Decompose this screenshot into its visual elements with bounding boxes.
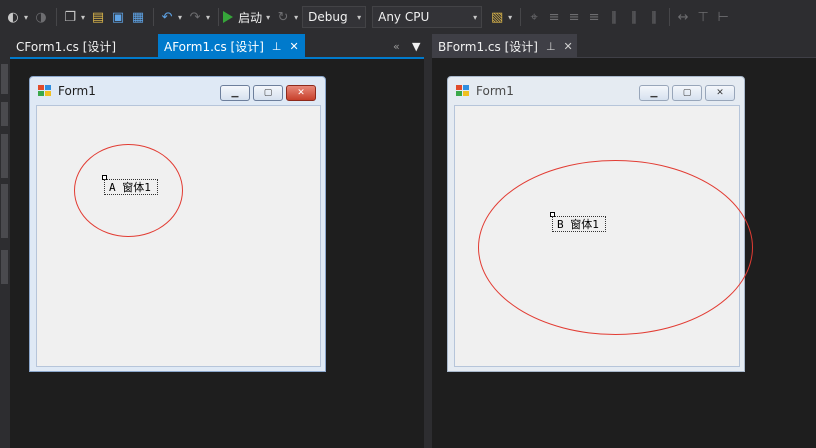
make-same-height-icon[interactable]: ⊤ xyxy=(694,6,712,28)
maximize-icon[interactable]: ▢ xyxy=(253,85,283,101)
standard-toolbar: ◐ ▾ ◑ ❐ ▾ ▤ ▣ ▦ ↶ ▾ ↷ ▾ 启动 ▾ ↻ ▾ Debug ▾… xyxy=(0,0,816,34)
form-a-client-area[interactable]: A 窗体1 xyxy=(36,105,321,367)
tab-label: BForm1.cs [设计] xyxy=(438,39,538,54)
tab-list-dropdown-icon[interactable]: ▼ xyxy=(412,40,420,53)
minimize-icon[interactable]: ▁ xyxy=(639,85,669,101)
new-project-icon[interactable]: ❐ xyxy=(61,6,79,28)
align-to-grid-icon[interactable]: ⌖ xyxy=(525,6,543,28)
caption-buttons: ▁ ▢ ✕ xyxy=(636,85,735,101)
form-b-title: Form1 xyxy=(476,84,514,98)
close-icon[interactable]: ✕ xyxy=(286,85,316,101)
tab-label: CForm1.cs [设计] xyxy=(16,39,117,54)
toolbar-separator xyxy=(56,8,58,26)
make-same-size-icon[interactable]: ⊢ xyxy=(714,6,732,28)
right-tab-strip: BForm1.cs [设计] ⊥ ✕ xyxy=(432,34,816,58)
start-icon xyxy=(223,11,234,23)
properties-tab[interactable] xyxy=(1,250,8,284)
find-in-files-icon[interactable]: ▧ xyxy=(488,6,506,28)
scroll-tabs-left-icon[interactable]: « xyxy=(393,40,400,53)
toolbox-tab[interactable] xyxy=(1,64,8,94)
align-rights-icon[interactable]: ≡ xyxy=(585,6,603,28)
chevron-down-icon: ▾ xyxy=(473,12,478,22)
start-label: 启动 xyxy=(238,10,263,25)
refresh-dropdown-icon[interactable]: ▾ xyxy=(294,13,298,22)
redo-icon[interactable]: ↷ xyxy=(186,6,204,28)
tab-bform1-design[interactable]: BForm1.cs [设计] ⊥ ✕ xyxy=(432,34,577,58)
save-icon[interactable]: ▣ xyxy=(109,6,127,28)
align-bottoms-icon[interactable]: ∥ xyxy=(645,6,663,28)
tab-aform1-design[interactable]: AForm1.cs [设计] ⊥ ✕ xyxy=(158,34,305,58)
align-middles-icon[interactable]: ∥ xyxy=(625,6,643,28)
back-dropdown-icon[interactable]: ▾ xyxy=(24,13,28,22)
chevron-down-icon: ▾ xyxy=(357,12,362,22)
toolbar-separator xyxy=(153,8,155,26)
data-sources-tab[interactable] xyxy=(1,134,8,178)
form-a-title: Form1 xyxy=(58,84,96,98)
find-dropdown-icon[interactable]: ▾ xyxy=(508,13,512,22)
document-splitter[interactable] xyxy=(424,34,432,448)
collapsed-tool-windows[interactable] xyxy=(0,34,10,448)
solution-platform-select[interactable]: Any CPU ▾ xyxy=(372,6,483,28)
pin-icon[interactable]: ⊥ xyxy=(272,40,282,53)
new-project-dropdown-icon[interactable]: ▾ xyxy=(81,13,85,22)
start-button[interactable]: 启动 xyxy=(223,9,262,26)
toolbar-separator xyxy=(218,8,220,26)
form-a-designer-window[interactable]: Form1 ▁ ▢ ✕ A 窗体1 xyxy=(29,76,326,372)
active-tab-underline xyxy=(10,57,424,59)
undo-icon[interactable]: ↶ xyxy=(158,6,176,28)
close-icon[interactable]: ✕ xyxy=(705,85,735,101)
align-tops-icon[interactable]: ∥ xyxy=(605,6,623,28)
open-icon[interactable]: ▤ xyxy=(89,6,107,28)
tab-cform1-design[interactable]: CForm1.cs [设计] xyxy=(10,34,158,58)
align-centers-icon[interactable]: ≡ xyxy=(565,6,583,28)
pin-icon[interactable]: ⊥ xyxy=(546,40,556,53)
form-b-label[interactable]: B 窗体1 xyxy=(552,216,606,232)
team-explorer-tab[interactable] xyxy=(1,184,8,238)
form-b-designer-window[interactable]: Form1 ▁ ▢ ✕ B 窗体1 xyxy=(447,76,753,372)
start-dropdown-icon[interactable]: ▾ xyxy=(266,13,270,22)
toolbar-separator xyxy=(520,8,522,26)
undo-dropdown-icon[interactable]: ▾ xyxy=(178,13,182,22)
align-lefts-icon[interactable]: ≡ xyxy=(545,6,563,28)
maximize-icon[interactable]: ▢ xyxy=(672,85,702,101)
caption-buttons: ▁ ▢ ✕ xyxy=(217,85,316,101)
forward-icon[interactable]: ◑ xyxy=(32,6,50,28)
left-tab-strip: CForm1.cs [设计] AForm1.cs [设计] ⊥ ✕ xyxy=(10,34,424,58)
save-all-icon[interactable]: ▦ xyxy=(129,6,147,28)
close-icon[interactable]: ✕ xyxy=(290,40,299,53)
server-explorer-tab[interactable] xyxy=(1,102,8,126)
minimize-icon[interactable]: ▁ xyxy=(220,85,250,101)
solution-platform-value: Any CPU xyxy=(378,10,430,24)
close-icon[interactable]: ✕ xyxy=(564,40,573,53)
refresh-icon[interactable]: ↻ xyxy=(274,6,292,28)
form-b-red-ellipse xyxy=(478,160,753,335)
tab-label: AForm1.cs [设计] xyxy=(164,39,264,54)
form-icon xyxy=(38,85,52,97)
make-same-width-icon[interactable]: ↔ xyxy=(674,6,692,28)
form-icon xyxy=(456,85,470,97)
form-a-label[interactable]: A 窗体1 xyxy=(104,179,158,195)
form-b-client-area[interactable]: B 窗体1 xyxy=(454,105,753,367)
solution-config-select[interactable]: Debug ▾ xyxy=(302,6,367,28)
solution-config-value: Debug xyxy=(308,10,348,24)
back-icon[interactable]: ◐ xyxy=(4,6,22,28)
redo-dropdown-icon[interactable]: ▾ xyxy=(206,13,210,22)
inactive-tab-underline xyxy=(432,57,816,58)
toolbar-separator xyxy=(669,8,671,26)
